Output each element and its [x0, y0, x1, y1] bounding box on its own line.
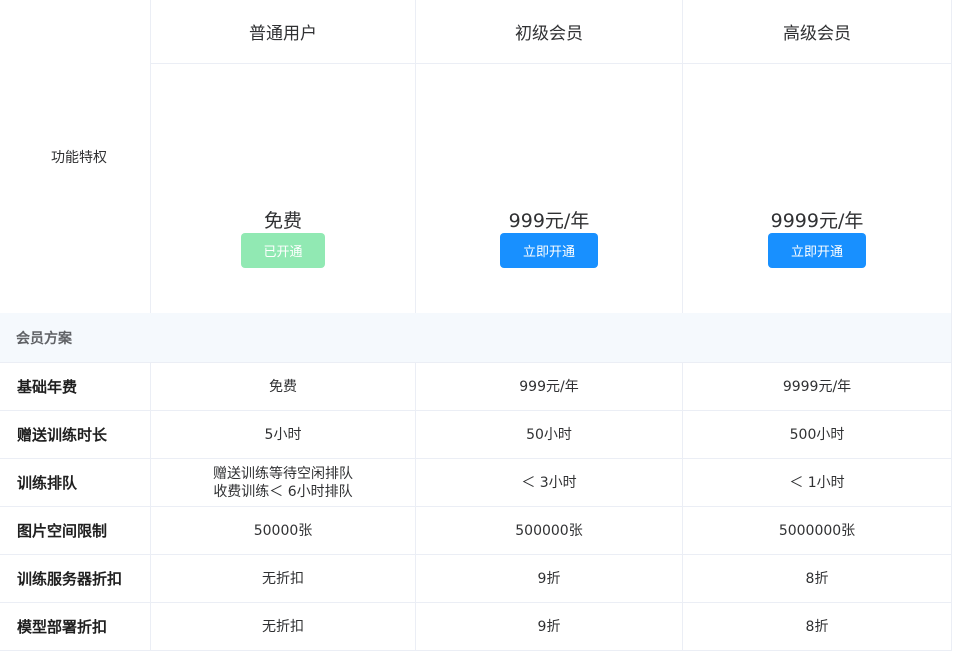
- section-title: 会员方案: [16, 330, 72, 347]
- row-value-multiline: 赠送训练等待空闲排队 收费训练＜ 6小时排队: [151, 459, 415, 506]
- row-label: 训练服务器折扣: [17, 570, 123, 588]
- row-value: 500小时: [789, 426, 845, 443]
- row-value-line: 收费训练＜ 6小时排队: [213, 483, 353, 500]
- row-label: 训练排队: [17, 474, 78, 492]
- row-value: 500000张: [515, 522, 583, 539]
- row-value: 8折: [805, 570, 829, 587]
- plan-price-basic: 免费: [263, 210, 302, 232]
- row-label: 模型部署折扣: [17, 618, 108, 636]
- row-value: ＜ 1小时: [789, 474, 845, 491]
- row-value: 999元/年: [519, 378, 579, 395]
- row-value: 5000000张: [778, 522, 856, 539]
- row-value: ＜ 3小时: [521, 474, 577, 491]
- plan-name-senior: 高级会员: [783, 24, 851, 44]
- row-value: 9折: [537, 570, 561, 587]
- plan-price-junior: 999元/年: [508, 210, 590, 232]
- row-value: 无折扣: [262, 570, 304, 587]
- row-value: 9999元/年: [782, 378, 852, 395]
- feature-privilege-label: 功能特权: [51, 149, 107, 166]
- plan-price-senior: 9999元/年: [770, 210, 864, 232]
- divider: [150, 63, 952, 64]
- subscribe-junior-button[interactable]: 立即开通: [500, 233, 598, 268]
- row-value: 8折: [805, 618, 829, 635]
- row-value: 9折: [537, 618, 561, 635]
- row-label: 图片空间限制: [17, 522, 108, 540]
- subscribe-senior-button[interactable]: 立即开通: [768, 233, 866, 268]
- row-value: 免费: [269, 378, 297, 395]
- row-value: 50小时: [526, 426, 572, 443]
- row-value: 无折扣: [262, 618, 304, 635]
- plan-name-basic: 普通用户: [249, 24, 317, 44]
- section-header: 会员方案: [0, 313, 951, 362]
- plan-name-junior: 初级会员: [515, 24, 583, 44]
- row-value-line: 赠送训练等待空闲排队: [213, 465, 353, 482]
- membership-comparison-table: 功能特权 普通用户 初级会员 高级会员 免费 999元/年 9999元/年 已开…: [0, 0, 952, 651]
- row-value: 5小时: [264, 426, 302, 443]
- activated-button[interactable]: 已开通: [241, 233, 325, 268]
- row-label: 基础年费: [17, 378, 78, 396]
- row-value: 50000张: [253, 522, 313, 539]
- row-label: 赠送训练时长: [17, 426, 108, 444]
